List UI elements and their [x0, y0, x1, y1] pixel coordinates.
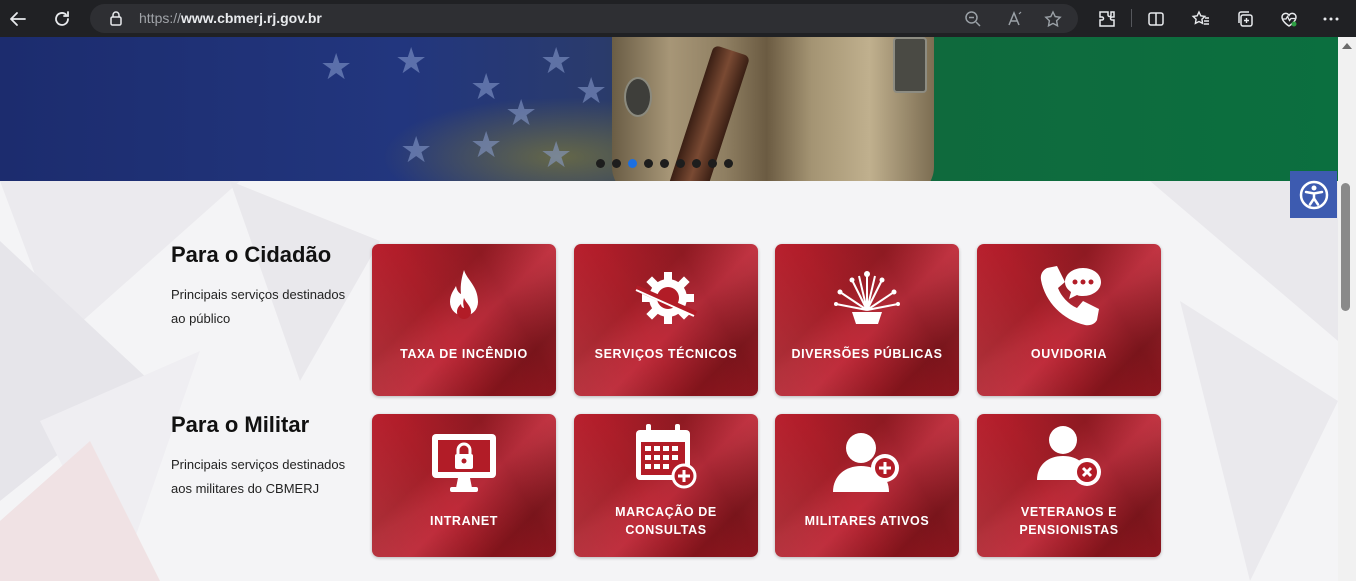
carousel-dot[interactable]	[708, 159, 717, 168]
card-veteranos-pensionistas[interactable]: VETERANOS E PENSIONISTAS	[977, 414, 1161, 557]
split-screen-icon[interactable]	[1143, 6, 1169, 32]
card-label: MARCAÇÃO DE CONSULTAS	[615, 505, 717, 537]
scroll-up-arrow-icon[interactable]	[1342, 43, 1352, 49]
phone-chat-icon	[1040, 266, 1101, 326]
accessibility-icon	[1299, 180, 1328, 209]
flag-star-icon: ★	[540, 134, 573, 175]
user-remove-icon	[1037, 426, 1101, 486]
accessibility-button[interactable]	[1290, 171, 1337, 218]
flag-star-icon: ★	[470, 66, 503, 107]
card-label: INTRANET	[430, 514, 498, 528]
url-protocol: https://	[139, 10, 182, 26]
flag-star-icon: ★	[540, 40, 573, 81]
card-label: VETERANOS E PENSIONISTAS	[1019, 505, 1119, 537]
flag-star-icon: ★	[505, 92, 538, 133]
carousel-dot[interactable]	[612, 159, 621, 168]
read-aloud-icon[interactable]	[1006, 10, 1024, 28]
flag-star-icon: ★	[320, 46, 353, 87]
carousel-dot[interactable]	[628, 159, 637, 168]
extensions-icon[interactable]	[1094, 6, 1120, 32]
flag-star-icon: ★	[470, 124, 503, 165]
carousel-dot[interactable]	[660, 159, 669, 168]
lock-icon[interactable]	[108, 10, 124, 26]
zoom-icon[interactable]	[964, 10, 982, 28]
carousel-dot[interactable]	[596, 159, 605, 168]
card-militares-ativos[interactable]: MILITARES ATIVOS	[775, 414, 959, 557]
card-marcacao-consultas[interactable]: MARCAÇÃO DE CONSULTAS	[574, 414, 758, 557]
carousel-dot[interactable]	[724, 159, 733, 168]
page-scrollbar[interactable]	[1338, 37, 1356, 581]
carousel-indicators	[596, 159, 733, 168]
scroll-thumb[interactable]	[1341, 183, 1350, 311]
calendar-plus-icon	[636, 424, 697, 489]
card-label: SERVIÇOS TÉCNICOS	[594, 347, 738, 361]
gear-icon	[634, 272, 698, 324]
toolbar-separator	[1131, 9, 1132, 27]
card-label: DIVERSÕES PÚBLICAS	[791, 347, 943, 361]
user-plus-icon	[833, 433, 899, 492]
favorite-icon[interactable]	[1044, 10, 1062, 28]
back-icon[interactable]	[5, 6, 31, 32]
favorites-bar-icon[interactable]	[1188, 6, 1214, 32]
carousel-dot[interactable]	[644, 159, 653, 168]
browser-essentials-icon[interactable]	[1276, 6, 1302, 32]
monitor-lock-icon	[432, 434, 496, 492]
browser-toolbar: https://www.cbmerj.rj.gov.br	[0, 0, 1356, 37]
flag-star-icon: ★	[400, 129, 433, 170]
card-diversoes-publicas[interactable]: DIVERSÕES PÚBLICAS	[775, 244, 959, 396]
carousel-dot[interactable]	[692, 159, 701, 168]
section-title-cidadao: Para o Cidadão	[171, 242, 332, 267]
fireworks-icon	[834, 271, 900, 324]
more-icon[interactable]	[1318, 6, 1344, 32]
card-ouvidoria[interactable]: OUVIDORIA	[977, 244, 1161, 396]
section-desc-cidadao: Principais serviços destinados ao públic…	[171, 287, 346, 326]
fire-icon	[450, 270, 478, 319]
refresh-icon[interactable]	[49, 6, 75, 32]
card-label: TAXA DE INCÊNDIO	[400, 347, 528, 361]
card-intranet[interactable]: INTRANET	[372, 414, 556, 557]
flag-star-icon: ★	[575, 70, 608, 111]
card-label: OUVIDORIA	[1030, 347, 1108, 361]
url-text[interactable]: https://www.cbmerj.rj.gov.br	[139, 10, 322, 26]
collections-icon[interactable]	[1232, 6, 1258, 32]
hero-banner: ★ ★ ★ ★ ★ ★ ★ ★ ★	[0, 37, 1338, 181]
rank-insignia	[893, 37, 927, 93]
services-section: Para o Cidadão Principais serviços desti…	[0, 181, 1338, 581]
address-bar[interactable]: https://www.cbmerj.rj.gov.br	[90, 4, 1078, 33]
card-taxa-incendio[interactable]: TAXA DE INCÊNDIO	[372, 244, 556, 396]
carousel-dot[interactable]	[676, 159, 685, 168]
section-title-militar: Para o Militar	[171, 412, 310, 437]
flag-star-icon: ★	[395, 40, 428, 81]
uniform-patch	[624, 77, 652, 117]
section-desc-militar: Principais serviços destinados aos milit…	[171, 457, 346, 496]
card-label: MILITARES ATIVOS	[804, 514, 930, 528]
card-servicos-tecnicos[interactable]: SERVIÇOS TÉCNICOS	[574, 244, 758, 396]
url-host: www.cbmerj.rj.gov.br	[181, 10, 322, 26]
